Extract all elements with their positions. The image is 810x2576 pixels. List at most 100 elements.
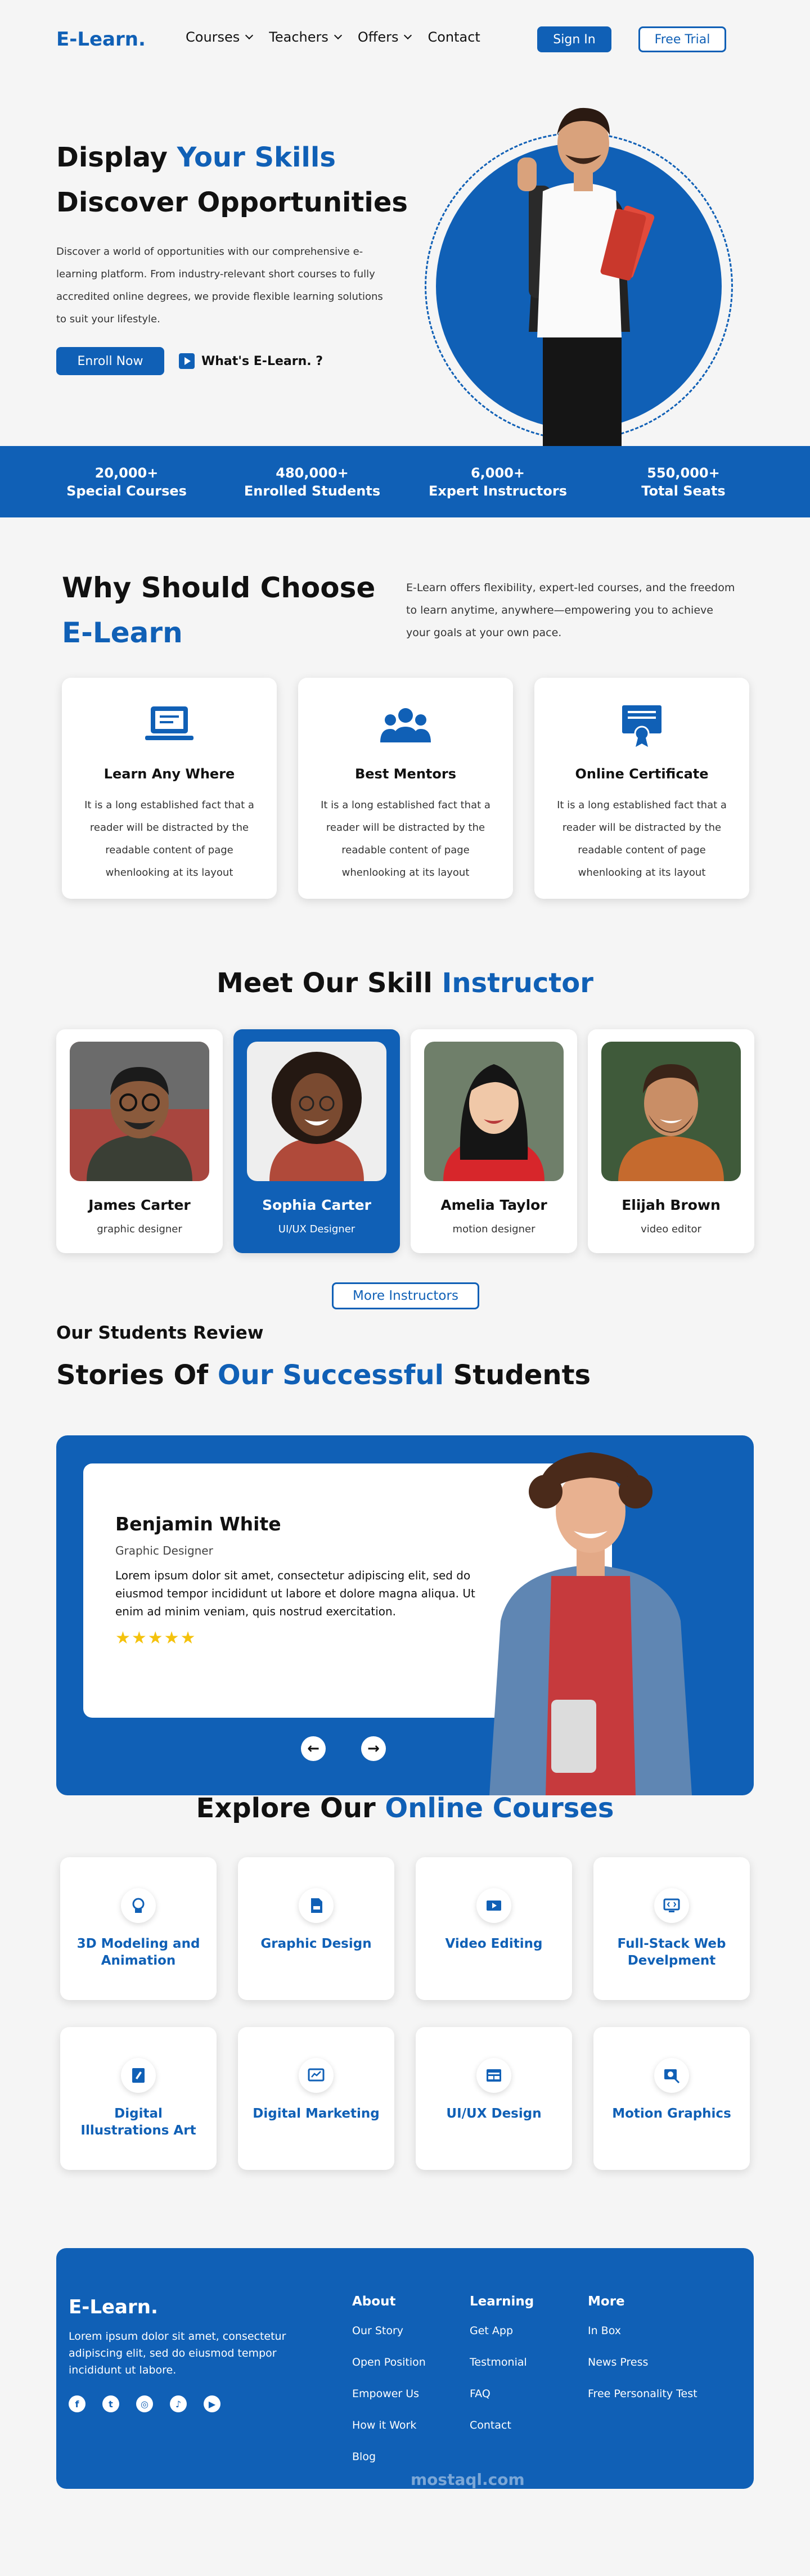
nav-courses[interactable]: Courses — [186, 29, 254, 45]
course-name: 3D Modeling and Animation — [76, 1936, 200, 1968]
enroll-now-button[interactable]: Enroll Now — [56, 347, 164, 375]
main-nav: Courses Teachers Offers Contact — [186, 29, 480, 45]
course-name: Motion Graphics — [612, 2106, 731, 2121]
course-card[interactable]: 3D Modeling and Animation — [60, 1857, 217, 2000]
title-highlight: Our Successful — [217, 1359, 444, 1391]
reviewer-image — [489, 1452, 692, 1795]
chevron-down-icon — [404, 31, 412, 40]
feature-card: Learn Any Where It is a long established… — [62, 678, 277, 899]
hero-title-line2: Discover Opportunities — [56, 187, 408, 218]
feature-text: It is a long established fact that a rea… — [321, 799, 490, 879]
footer-link[interactable]: FAQ — [470, 2386, 534, 2402]
feature-card: Online Certificate It is a long establis… — [534, 678, 749, 899]
play-icon — [179, 353, 195, 369]
course-card[interactable]: UI/UX Design — [416, 2027, 572, 2170]
nav-teachers[interactable]: Teachers — [269, 29, 342, 45]
hero-section: Display Your Skills Discover Opportuniti… — [0, 79, 810, 446]
course-card[interactable]: Graphic Design — [238, 1857, 394, 2000]
feature-title: Best Mentors — [354, 766, 456, 782]
footer-link[interactable]: Empower Us — [352, 2386, 426, 2402]
stat-value: 20,000+ — [94, 465, 159, 481]
title-highlight: Online Courses — [385, 1793, 614, 1824]
course-name: Digital Illustrations Art — [80, 2106, 196, 2138]
hero-student-image — [518, 107, 655, 446]
facebook-icon[interactable]: f — [69, 2395, 86, 2412]
course-card[interactable]: Motion Graphics — [593, 2027, 750, 2170]
instructor-name: Sophia Carter — [262, 1197, 371, 1213]
rating-stars: ★★★★★ — [115, 1628, 197, 1648]
courses-title: Explore Our Online Courses — [0, 1793, 810, 1824]
reviewer-role: Graphic Designer — [115, 1544, 213, 1557]
instructor-photo — [70, 1042, 209, 1181]
instructor-name: Amelia Taylor — [440, 1197, 547, 1213]
sign-in-button[interactable]: Sign In — [537, 26, 611, 52]
course-name: Video Editing — [445, 1936, 543, 1951]
footer-link[interactable]: Blog — [352, 2449, 426, 2465]
stat-label: Expert Instructors — [429, 483, 567, 499]
course-card[interactable]: Full-Stack Web Develpment — [593, 1857, 750, 2000]
title-part: Explore Our — [196, 1793, 385, 1824]
course-name: Graphic Design — [260, 1936, 372, 1951]
footer-column-more: More In Box News Press Free Personality … — [588, 2294, 698, 2417]
design-file-icon — [299, 1888, 334, 1923]
video-icon — [476, 1888, 511, 1923]
instructors-title: Meet Our Skill Instructor — [0, 967, 810, 999]
footer-link[interactable]: Contact — [470, 2417, 534, 2433]
feature-title: Online Certificate — [575, 766, 709, 782]
tiktok-icon[interactable]: ♪ — [170, 2395, 187, 2412]
instructor-card[interactable]: Amelia Taylor motion designer — [411, 1029, 577, 1253]
stat-label: Total Seats — [641, 483, 726, 499]
stat-value: 6,000+ — [470, 465, 525, 481]
stat-item: 20,000+ Special Courses — [34, 446, 219, 517]
footer-link[interactable]: Open Position — [352, 2354, 426, 2370]
ui-window-icon — [476, 2058, 511, 2093]
watch-video-link[interactable]: What's E-Learn. ? — [179, 353, 323, 369]
footer-link[interactable]: Our Story — [352, 2323, 426, 2339]
course-card[interactable]: Digital Marketing — [238, 2027, 394, 2170]
feature-text: It is a long established fact that a rea… — [84, 799, 254, 879]
prev-arrow-button[interactable]: ← — [301, 1736, 326, 1761]
nav-contact[interactable]: Contact — [428, 29, 480, 45]
footer-column-about: About Our Story Open Position Empower Us… — [352, 2294, 426, 2480]
watch-video-label: What's E-Learn. ? — [201, 354, 323, 368]
footer-link[interactable]: Free Personality Test — [588, 2386, 698, 2402]
nav-label: Courses — [186, 29, 240, 45]
course-card[interactable]: Digital Illustrations Art — [60, 2027, 217, 2170]
footer-link[interactable]: In Box — [588, 2323, 698, 2339]
why-section: Why Should Choose E-Learn E-Learn offers… — [0, 517, 810, 967]
chart-monitor-icon — [299, 2058, 334, 2093]
footer-logo[interactable]: E-Learn. — [69, 2296, 158, 2318]
instructor-card[interactable]: Elijah Brown video editor — [588, 1029, 754, 1253]
review-subtitle: Our Students Review — [56, 1323, 264, 1343]
code-monitor-icon — [654, 1888, 689, 1923]
free-trial-button[interactable]: Free Trial — [638, 26, 726, 52]
course-name: Digital Marketing — [253, 2106, 380, 2121]
course-card[interactable]: Video Editing — [416, 1857, 572, 2000]
instructor-role: UI/UX Designer — [278, 1223, 356, 1235]
instagram-icon[interactable]: ◎ — [136, 2395, 153, 2412]
twitter-icon[interactable]: t — [102, 2395, 119, 2412]
footer-link[interactable]: Testmonial — [470, 2354, 534, 2370]
youtube-icon[interactable]: ▶ — [204, 2395, 220, 2412]
instructor-card[interactable]: James Carter graphic designer — [56, 1029, 223, 1253]
stat-item: 480,000+ Enrolled Students — [219, 446, 405, 517]
nav-label: Teachers — [269, 29, 328, 45]
title-part: Meet Our Skill — [217, 967, 442, 999]
review-title: Stories Of Our Successful Students — [56, 1359, 591, 1391]
footer-link[interactable]: News Press — [588, 2354, 698, 2370]
nav-offers[interactable]: Offers — [358, 29, 412, 45]
course-name: Full-Stack Web Develpment — [617, 1936, 726, 1968]
instructor-role: graphic designer — [97, 1223, 182, 1235]
hero-title-highlight: Your Skills — [177, 142, 336, 173]
instructor-card[interactable]: Sophia Carter UI/UX Designer — [233, 1029, 400, 1253]
footer-column-learning: Learning Get App Testmonial FAQ Contact — [470, 2294, 534, 2449]
next-arrow-button[interactable]: → — [361, 1736, 386, 1761]
footer-link[interactable]: How it Work — [352, 2417, 426, 2433]
instructor-role: motion designer — [452, 1223, 536, 1235]
social-links: f t ◎ ♪ ▶ — [69, 2395, 220, 2412]
footer-section: E-Learn. Lorem ipsum dolor sit amet, con… — [0, 2248, 810, 2548]
footer-link[interactable]: Get App — [470, 2323, 534, 2339]
group-icon — [380, 708, 431, 742]
stat-label: Enrolled Students — [244, 483, 381, 499]
logo[interactable]: E-Learn. — [56, 28, 146, 51]
